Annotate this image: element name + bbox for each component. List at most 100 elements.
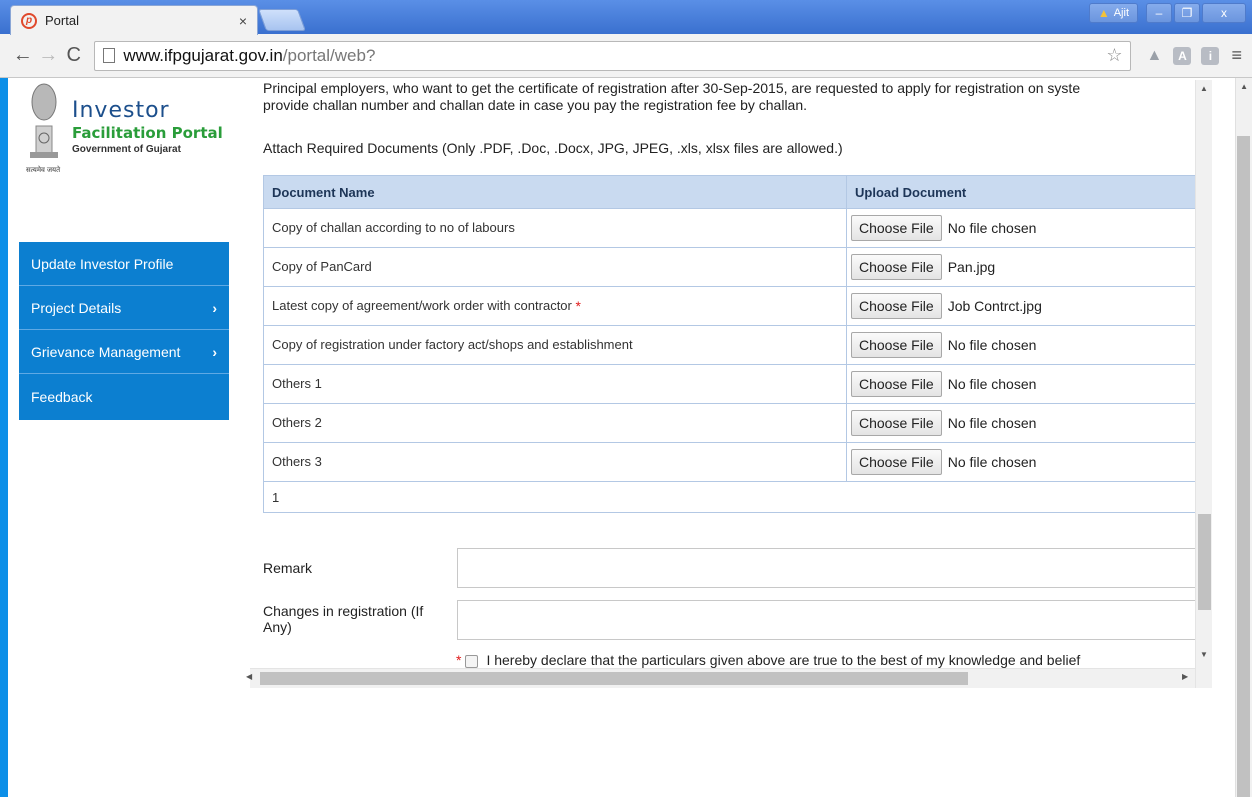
sidebar-menu: Update Investor Profile Project Details … (19, 242, 229, 420)
reload-icon[interactable]: C (61, 44, 86, 67)
logo-subtitle: Facilitation Portal (72, 124, 223, 142)
minimize-button[interactable]: – (1146, 3, 1172, 23)
frame-horizontal-scrollbar[interactable]: ◀ ▶ (246, 668, 1195, 688)
document-name: Latest copy of agreement/work order with… (272, 298, 576, 313)
pager-cell: 1 (263, 481, 1203, 513)
ashoka-emblem-icon (30, 83, 58, 158)
back-arrow-icon[interactable]: ← (10, 44, 35, 67)
scroll-down-arrow-icon[interactable]: ▼ (1200, 650, 1208, 659)
file-upload-cell: Choose File No file chosen (846, 403, 1203, 443)
close-window-button[interactable]: x (1202, 3, 1246, 23)
portal-favicon-icon: p (21, 12, 37, 29)
file-upload-cell: Choose File No file chosen (846, 364, 1203, 404)
choose-file-button[interactable]: Choose File (851, 410, 942, 436)
profile-button[interactable]: ▲ Ajit (1088, 3, 1138, 23)
page-scrollbar-area: ▲ (1212, 78, 1252, 797)
warning-icon: ▲ (1097, 6, 1110, 20)
table-row: Others 3 Choose File No file chosen (263, 442, 1203, 482)
tab-title: Portal (45, 13, 79, 28)
declaration-checkbox[interactable] (465, 654, 479, 668)
window-controls: ▲ Ajit – ❐ x (1088, 3, 1246, 23)
browser-toolbar: ← → C www.ifpgujarat.gov.in /portal/web?… (0, 34, 1252, 78)
maximize-button[interactable]: ❐ (1174, 3, 1200, 23)
intro-text: Principal employers, who want to get the… (263, 80, 1080, 114)
sidebar-item-update-investor-profile[interactable]: Update Investor Profile (19, 242, 229, 286)
choose-file-button[interactable]: Choose File (851, 332, 942, 358)
table-pager-row: 1 (263, 481, 1203, 513)
chevron-right-icon: › (212, 299, 217, 316)
logo-motto: सत्यमेव जयते (26, 167, 61, 174)
intro-line-1: Principal employers, who want to get the… (263, 80, 1081, 96)
declaration-text: I hereby declare that the particulars gi… (486, 652, 1081, 668)
sidebar-item-project-details[interactable]: Project Details › (19, 286, 229, 330)
file-upload-cell: Choose File Job Contrct.jpg (846, 286, 1203, 326)
remark-input[interactable] (457, 548, 1197, 588)
changes-label: Changes in registration (If Any) (263, 603, 423, 635)
sidebar-item-grievance-management[interactable]: Grievance Management › (19, 330, 229, 374)
column-header-document-name: Document Name (263, 175, 847, 209)
url-path: /portal/web? (282, 45, 376, 65)
changes-in-registration-input[interactable] (457, 600, 1197, 640)
page-vertical-scrollbar[interactable]: ▲ (1235, 78, 1252, 797)
registration-form-frame: Principal employers, who want to get the… (250, 80, 1212, 688)
table-row: Others 1 Choose File No file chosen (263, 364, 1203, 404)
table-header-row: Document Name Upload Document (263, 175, 1203, 209)
document-name: Others 1 (272, 376, 322, 391)
column-header-upload-document: Upload Document (846, 175, 1203, 209)
document-name: Copy of registration under factory act/s… (272, 337, 633, 352)
logo-government: Government of Gujarat (72, 144, 181, 155)
chosen-file-name: Pan.jpg (947, 259, 996, 275)
chosen-file-name: No file chosen (947, 337, 1037, 353)
scroll-left-arrow-icon[interactable]: ◀ (246, 672, 252, 681)
remark-label: Remark (263, 560, 313, 576)
sidebar-item-feedback[interactable]: Feedback (19, 374, 229, 420)
document-name-cell: Copy of registration under factory act/s… (263, 325, 847, 365)
page-scroll-thumb[interactable] (1237, 136, 1250, 797)
a-extension-icon[interactable]: A (1173, 46, 1192, 65)
file-upload-cell: Choose File Pan.jpg (846, 247, 1203, 287)
document-name: Copy of PanCard (272, 259, 372, 274)
file-upload-cell: Choose File No file chosen (846, 208, 1203, 248)
documents-table: Document Name Upload Document Copy of ch… (263, 175, 1203, 513)
table-row: Copy of challan according to no of labou… (263, 208, 1203, 248)
portal-logo[interactable]: Investor Facilitation Portal Government … (22, 80, 232, 180)
attach-documents-heading: Attach Required Documents (Only .PDF, .D… (263, 140, 843, 156)
bookmark-star-icon[interactable]: ☆ (1106, 45, 1122, 66)
profile-name: Ajit (1113, 7, 1129, 19)
forward-arrow-icon[interactable]: → (35, 44, 60, 67)
chrome-menu-icon[interactable]: ≡ (1231, 45, 1242, 66)
browser-tab[interactable]: p Portal × (10, 5, 258, 35)
info-extension-icon[interactable]: i (1201, 46, 1220, 65)
table-row: Others 2 Choose File No file chosen (263, 403, 1203, 443)
choose-file-button[interactable]: Choose File (851, 215, 942, 241)
sidebar-item-label: Project Details (31, 299, 122, 316)
frame-vertical-scroll-thumb[interactable] (1198, 514, 1211, 610)
choose-file-button[interactable]: Choose File (851, 293, 942, 319)
table-row: Copy of PanCard Choose File Pan.jpg (263, 247, 1203, 287)
scroll-right-arrow-icon[interactable]: ▶ (1182, 672, 1188, 681)
page-number-link[interactable]: 1 (272, 490, 279, 505)
chosen-file-name: No file chosen (947, 220, 1037, 236)
changes-label-line-2: Any) (263, 619, 292, 635)
changes-label-line-1: Changes in registration (If (263, 603, 424, 619)
frame-horizontal-scroll-thumb[interactable] (260, 672, 968, 685)
scroll-up-arrow-icon[interactable]: ▲ (1240, 82, 1248, 91)
document-name: Copy of challan according to no of labou… (272, 220, 515, 235)
tab-close-icon[interactable]: × (239, 13, 247, 29)
scroll-up-arrow-icon[interactable]: ▲ (1200, 84, 1208, 93)
choose-file-button[interactable]: Choose File (851, 254, 942, 280)
page-icon (103, 48, 116, 63)
document-name-cell: Others 3 (263, 442, 847, 482)
document-name-cell: Copy of challan according to no of labou… (263, 208, 847, 248)
required-marker: * (456, 652, 462, 668)
drive-extension-icon[interactable]: ▲ (1145, 47, 1163, 65)
choose-file-button[interactable]: Choose File (851, 449, 942, 475)
file-upload-cell: Choose File No file chosen (846, 325, 1203, 365)
document-name-cell: Others 1 (263, 364, 847, 404)
document-name: Others 3 (272, 454, 322, 469)
logo-title: Investor (72, 98, 170, 123)
frame-vertical-scrollbar[interactable]: ▲ ▼ (1195, 80, 1212, 688)
new-tab-button[interactable] (257, 9, 307, 31)
address-bar[interactable]: www.ifpgujarat.gov.in /portal/web? ☆ (94, 40, 1132, 71)
choose-file-button[interactable]: Choose File (851, 371, 942, 397)
